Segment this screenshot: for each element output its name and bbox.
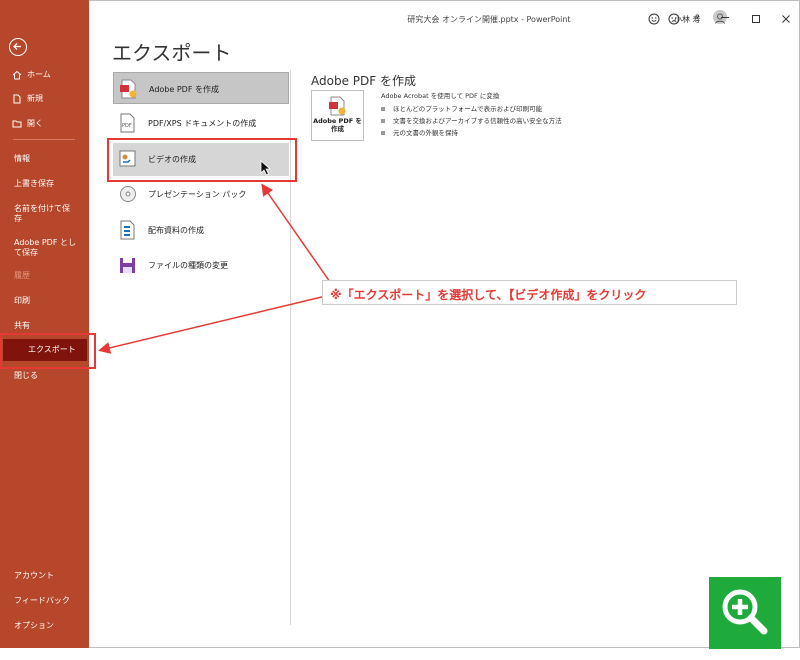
annotation-callout: ※「エクスポート」を選択して、【ビデオ作成」をクリック bbox=[322, 280, 737, 305]
zoom-button[interactable] bbox=[709, 577, 781, 649]
zoom-in-icon bbox=[722, 589, 768, 635]
callout-text: ※「エクスポート」を選択して、【ビデオ作成」をクリック bbox=[330, 288, 647, 302]
annotation-arrows bbox=[98, 183, 331, 354]
